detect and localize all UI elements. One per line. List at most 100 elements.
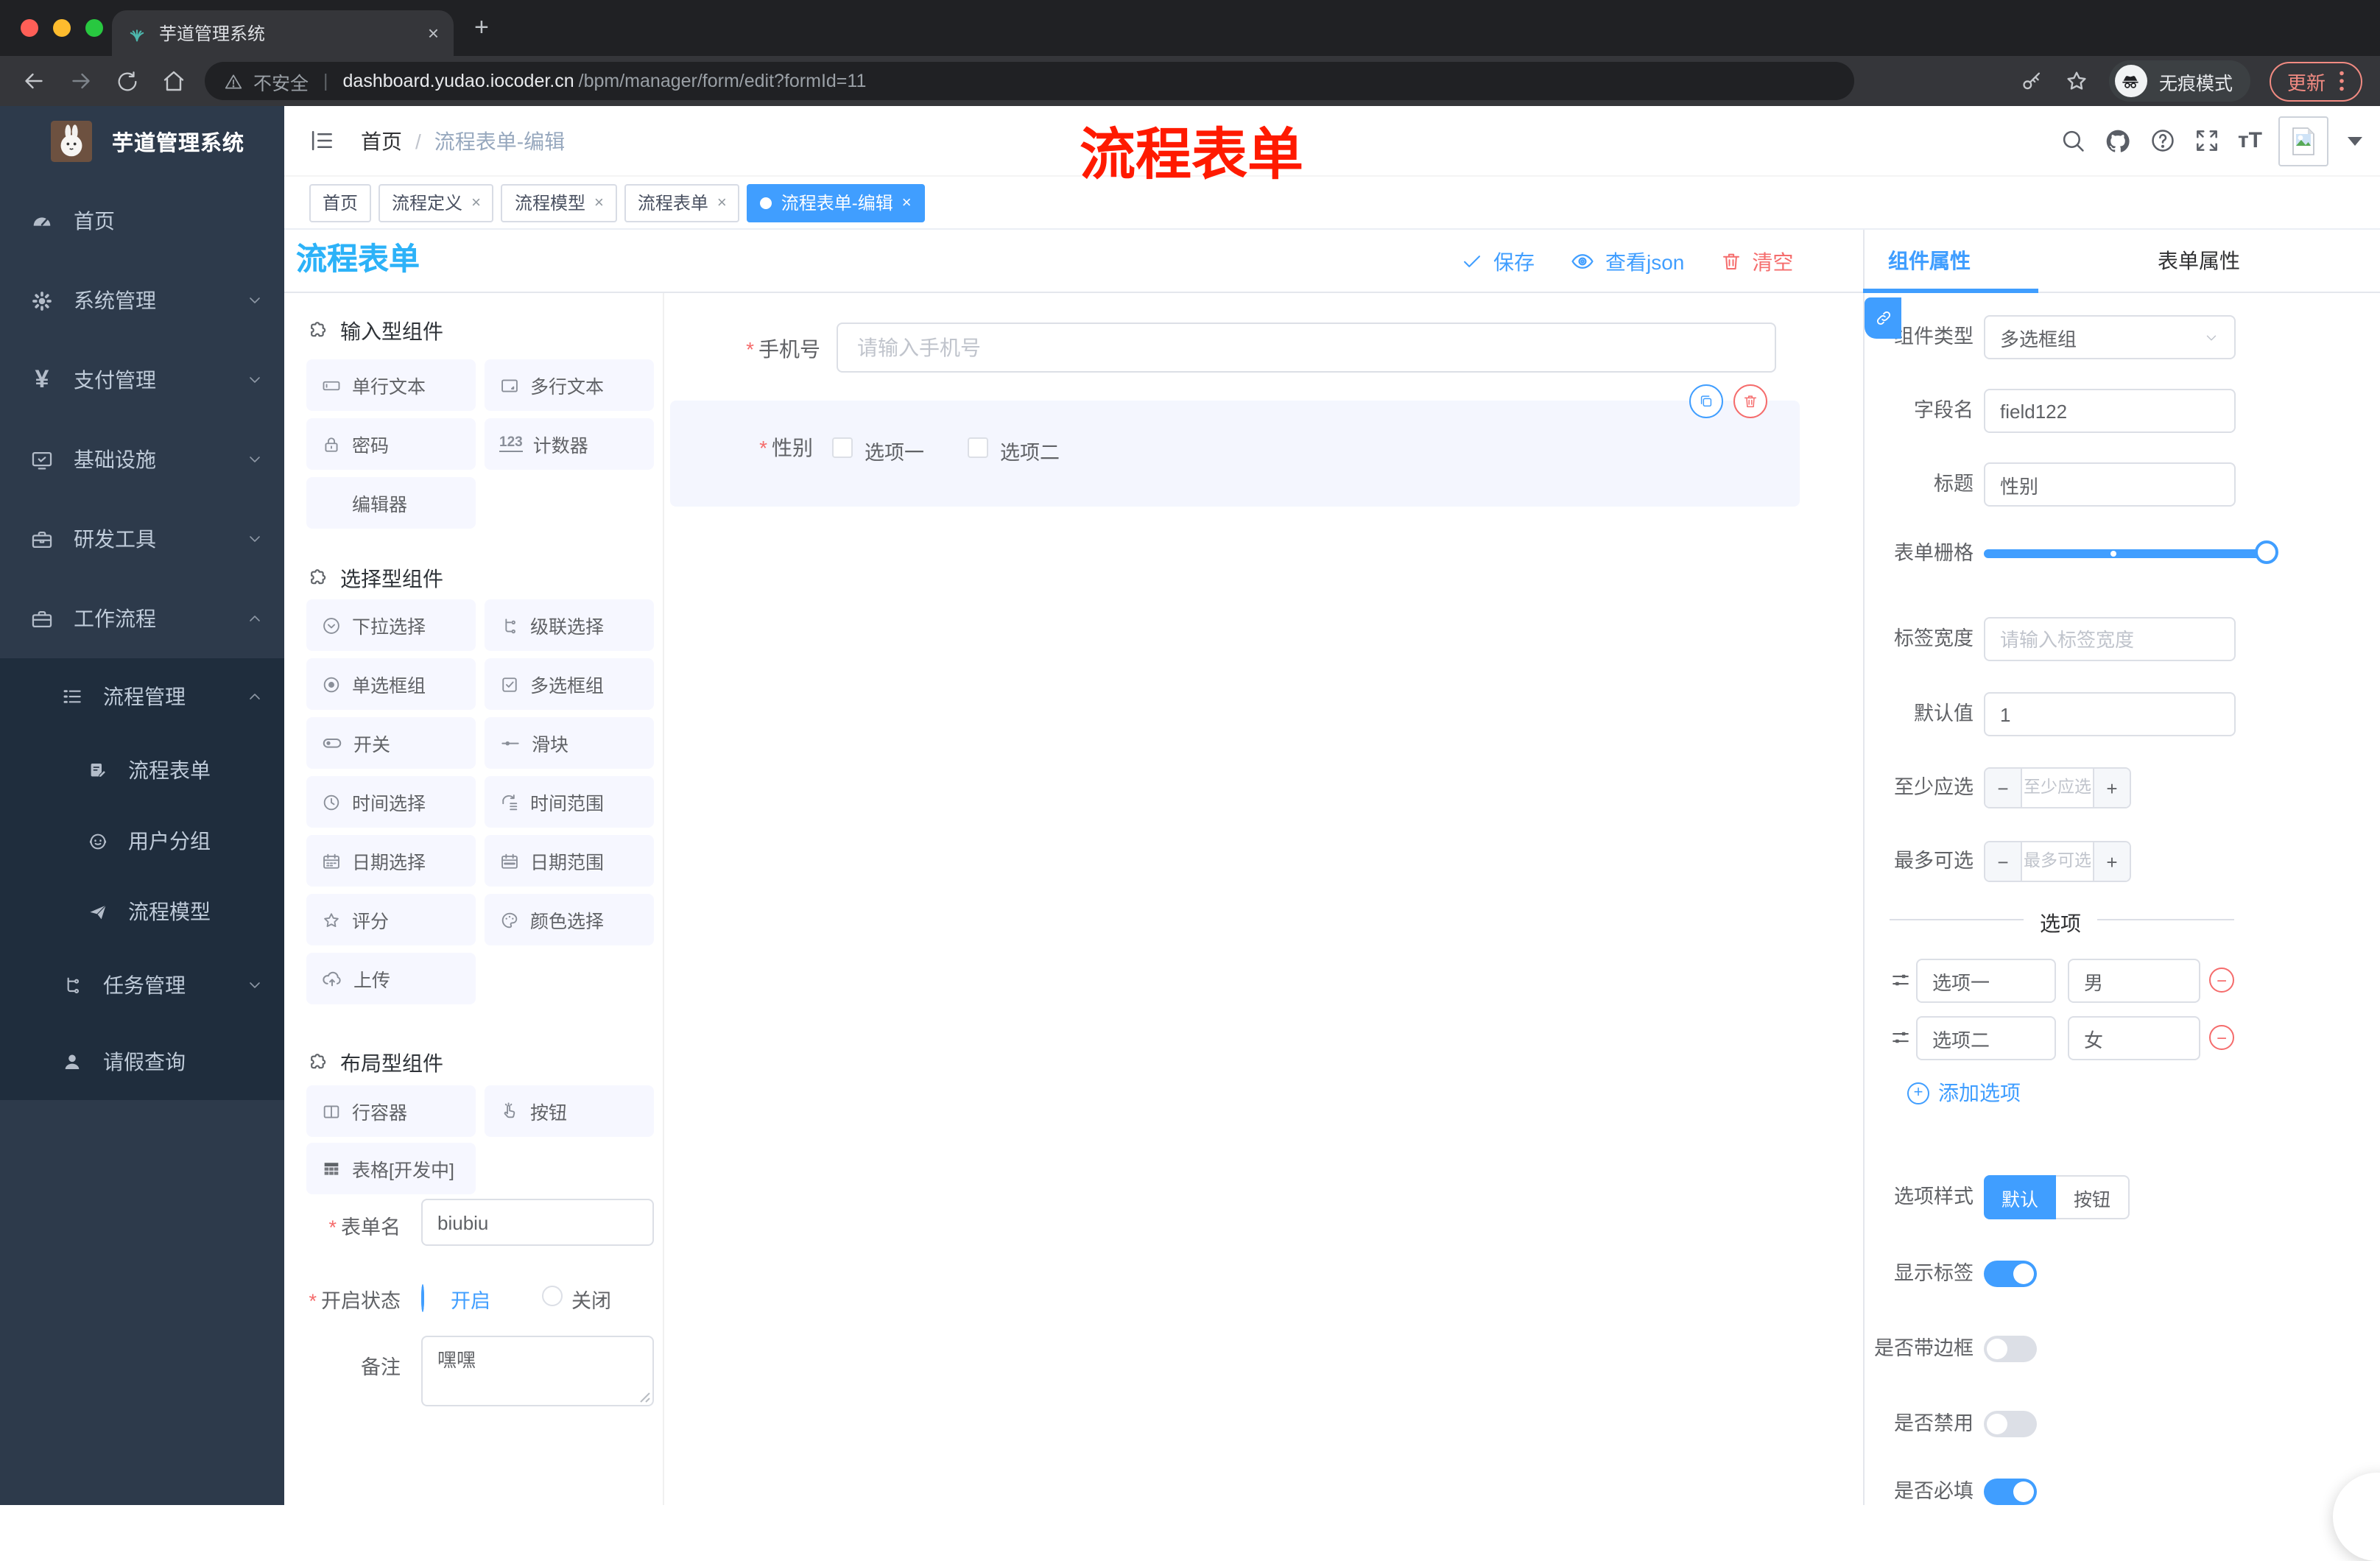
slider-handle[interactable]	[2255, 540, 2278, 564]
palette-item-table[interactable]: 表格[开发中]	[306, 1143, 476, 1194]
phone-input[interactable]	[837, 323, 1776, 373]
delete-component-button[interactable]	[1733, 384, 1767, 418]
remove-option-icon[interactable]: −	[2209, 968, 2234, 993]
resize-handle-icon[interactable]	[639, 1392, 651, 1403]
plus-button[interactable]: +	[2094, 842, 2130, 881]
browser-tab[interactable]: 芋道管理系统 ×	[112, 10, 454, 56]
minus-button[interactable]: −	[1985, 842, 2021, 881]
sidebar-item-user-groups[interactable]: 用户分组	[0, 806, 284, 876]
github-icon[interactable]	[2104, 126, 2133, 155]
status-off-radio[interactable]	[542, 1286, 563, 1306]
search-icon[interactable]	[2060, 127, 2088, 155]
palette-item-upload[interactable]: 上传	[306, 953, 476, 1004]
tag-home[interactable]: 首页	[309, 183, 372, 222]
sidebar-item-infra[interactable]: 基础设施	[0, 420, 284, 499]
style-default-button[interactable]: 默认	[1984, 1175, 2057, 1219]
clear-button[interactable]: 清空	[1719, 247, 1793, 276]
browser-menu-icon[interactable]	[2339, 71, 2345, 91]
tag-process-definition[interactable]: 流程定义 ×	[379, 183, 494, 222]
password-key-icon[interactable]	[2019, 68, 2044, 94]
field-name-input[interactable]	[1984, 389, 2236, 433]
tab-close-icon[interactable]: ×	[428, 22, 439, 44]
tag-close-icon[interactable]: ×	[902, 194, 912, 211]
hamburger-icon[interactable]	[308, 127, 336, 155]
avatar-caret-icon[interactable]	[2348, 136, 2362, 145]
window-minimize-button[interactable]	[53, 19, 71, 37]
label-width-input[interactable]	[1984, 617, 2236, 661]
component-type-select[interactable]: 多选框组	[1984, 315, 2236, 359]
palette-item-date-picker[interactable]: 日期选择	[306, 835, 476, 887]
palette-item-multi-text[interactable]: 多行文本	[485, 359, 654, 411]
palette-item-cascader[interactable]: 级联选择	[485, 599, 654, 651]
min-select-input[interactable]	[2021, 769, 2094, 807]
new-tab-button[interactable]: +	[474, 13, 489, 43]
palette-item-rate[interactable]: 评分	[306, 894, 476, 945]
tab-component-props[interactable]: 组件属性	[1870, 230, 1988, 293]
address-bar[interactable]: 不安全 | dashboard.yudao.iocoder.cn/bpm/man…	[205, 62, 1854, 100]
status-on-radio[interactable]	[421, 1284, 424, 1312]
sidebar-item-payment[interactable]: ¥ 支付管理	[0, 340, 284, 420]
gender-option2-checkbox[interactable]	[968, 437, 988, 458]
link-edge-tab[interactable]	[1865, 297, 1901, 339]
update-button[interactable]: 更新	[2269, 61, 2362, 101]
style-button-button[interactable]: 按钮	[2056, 1175, 2130, 1219]
sidebar-item-process-mgmt[interactable]: 流程管理	[0, 658, 284, 735]
sidebar-item-leave-query[interactable]: 请假查询	[0, 1023, 284, 1100]
sidebar-item-process-form[interactable]: 流程表单	[0, 735, 284, 806]
palette-item-color-picker[interactable]: 颜色选择	[485, 894, 654, 945]
forward-icon[interactable]	[68, 68, 94, 94]
gender-option1-checkbox[interactable]	[832, 437, 853, 458]
form-name-input[interactable]	[421, 1199, 654, 1246]
selected-component-checkbox-group[interactable]: * 性别 选项一 选项二	[670, 384, 1800, 507]
form-grid-slider[interactable]	[1984, 540, 2278, 564]
title-input[interactable]	[1984, 462, 2236, 507]
tag-process-form[interactable]: 流程表单 ×	[624, 183, 740, 222]
sidebar-item-task-mgmt[interactable]: 任务管理	[0, 947, 284, 1023]
window-close-button[interactable]	[21, 19, 38, 37]
back-icon[interactable]	[21, 68, 47, 94]
status-off-label[interactable]: 关闭	[571, 1284, 611, 1314]
form-remark-textarea[interactable]: 嘿嘿	[421, 1336, 654, 1406]
sidebar-item-system[interactable]: 系统管理	[0, 261, 284, 340]
tag-close-icon[interactable]: ×	[471, 194, 481, 211]
palette-item-select[interactable]: 下拉选择	[306, 599, 476, 651]
help-icon[interactable]	[2150, 127, 2177, 155]
fullscreen-icon[interactable]	[2194, 127, 2222, 155]
gender-option1-label[interactable]: 选项一	[865, 436, 924, 465]
option-label-input[interactable]	[1916, 959, 2056, 1003]
drag-handle-icon[interactable]	[1890, 1026, 1912, 1049]
bookmark-star-icon[interactable]	[2063, 68, 2090, 94]
palette-item-time-picker[interactable]: 时间选择	[306, 776, 476, 828]
show-label-switch[interactable]	[1984, 1261, 2037, 1287]
reload-icon[interactable]	[115, 68, 140, 94]
palette-item-single-text[interactable]: 单行文本	[306, 359, 476, 411]
border-switch[interactable]	[1984, 1336, 2037, 1362]
avatar[interactable]	[2278, 116, 2328, 166]
add-option-button[interactable]: + 添加选项	[1907, 1078, 2021, 1107]
option-value-input[interactable]	[2068, 1016, 2200, 1060]
palette-item-slider[interactable]: 滑块	[485, 717, 654, 769]
home-icon[interactable]	[161, 68, 187, 94]
palette-item-button[interactable]: 按钮	[485, 1085, 654, 1137]
remove-option-icon[interactable]: −	[2209, 1025, 2234, 1050]
palette-item-editor[interactable]: 编辑器	[306, 477, 476, 529]
default-value-input[interactable]	[1984, 692, 2236, 736]
disabled-switch[interactable]	[1984, 1411, 2037, 1437]
save-button[interactable]: 保存	[1461, 247, 1535, 276]
tag-process-form-edit[interactable]: 流程表单-编辑 ×	[747, 183, 925, 222]
palette-item-password[interactable]: 密码	[306, 418, 476, 470]
tab-form-props[interactable]: 表单属性	[2140, 230, 2258, 293]
tag-close-icon[interactable]: ×	[594, 194, 604, 211]
palette-item-row-container[interactable]: 行容器	[306, 1085, 476, 1137]
palette-item-time-range[interactable]: 时间范围	[485, 776, 654, 828]
status-on-label[interactable]: 开启	[451, 1284, 490, 1314]
view-json-button[interactable]: 查看json	[1570, 247, 1684, 276]
minus-button[interactable]: −	[1985, 769, 2021, 807]
copy-component-button[interactable]	[1689, 384, 1723, 418]
palette-item-switch[interactable]: 开关	[306, 717, 476, 769]
gender-option2-label[interactable]: 选项二	[1000, 436, 1060, 465]
breadcrumb-home[interactable]: 首页	[361, 126, 402, 155]
window-zoom-button[interactable]	[85, 19, 103, 37]
sidebar-item-devtools[interactable]: 研发工具	[0, 499, 284, 579]
sidebar-item-workflow[interactable]: 工作流程	[0, 579, 284, 658]
